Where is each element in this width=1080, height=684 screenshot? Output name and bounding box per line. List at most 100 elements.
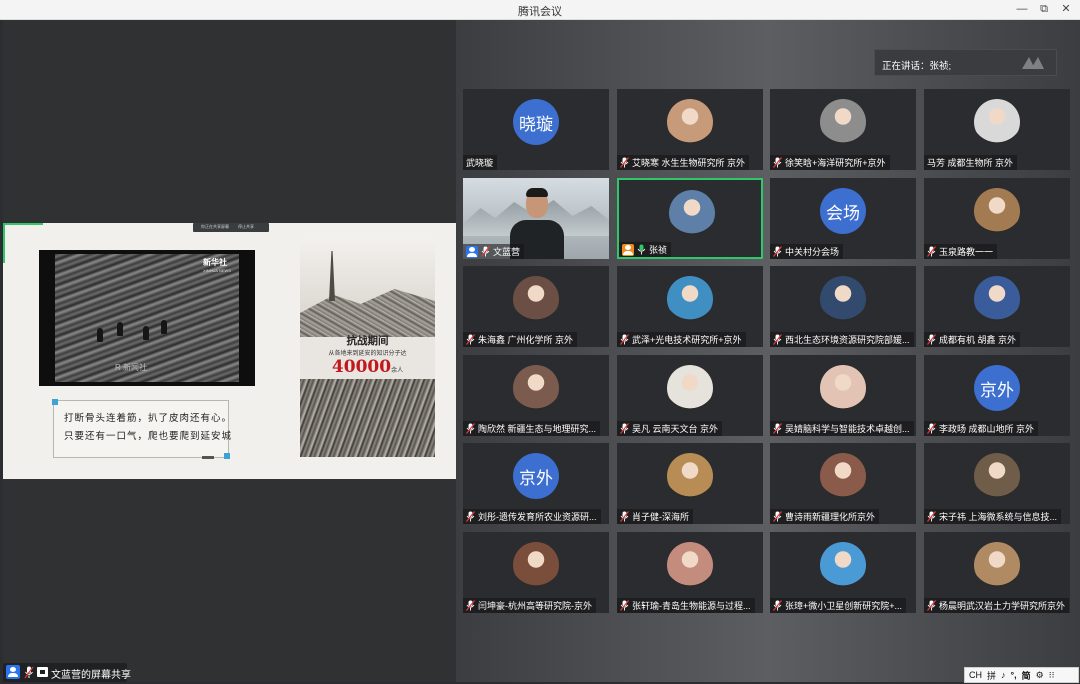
participant-name: 张祯 [649,245,668,255]
participant-tile[interactable]: 文蓝营 [463,178,609,259]
share-toolbar[interactable]: 你正在共享屏幕 停止共享 [193,223,269,232]
participant-tile[interactable]: 朱海鑫 广州化学所 京外 [463,266,609,347]
mic-icon [466,423,475,434]
avatar [820,453,866,499]
participant-name-bar: 武晓璇 [463,155,498,170]
participant-tile[interactable]: 艾晓寒 水生生物研究所 京外 [617,89,763,170]
mic-icon [927,600,936,611]
participant-tile[interactable]: 杨晨明武汉岩土力学研究所京外 [924,532,1070,613]
participant-name-bar: 吴婧脑科学与智能技术卓越创... [770,421,914,436]
participant-tile[interactable]: 张祯 [617,178,763,259]
participant-name-bar: 马芳 成都生物所 京外 [924,155,1018,170]
avatar [513,276,559,322]
participant-name: 曹诗雨新疆理化所京外 [785,512,876,522]
mic-icon [481,246,490,257]
participant-name: 宋子祎 上海微系统与信息技... [939,512,1058,522]
participant-tile[interactable]: 闫坤豪-杭州高等研究院-京外 [463,532,609,613]
tencent-meeting-watermark-icon [1022,57,1044,69]
poster-number: 40000余人 [331,357,404,377]
avatar [667,542,713,588]
participant-tile[interactable]: 成都有机 胡鑫 京外 [924,266,1070,347]
participant-tile[interactable]: 马芳 成都生物所 京外 [924,89,1070,170]
mic-icon [466,334,475,345]
textbox-handle[interactable] [202,456,214,459]
participant-name-bar: 徐笑晗+海洋研究所+京外 [770,155,890,170]
participant-tile[interactable]: 张轩瑜-青岛生物能源与过程... [617,532,763,613]
participant-tile[interactable]: 宋子祎 上海微系统与信息技... [924,443,1070,524]
avatar-text: 京外 [980,380,1014,400]
input-lang-indicator[interactable]: CH [969,670,982,680]
participant-tile[interactable]: 武泽+光电技术研究所+京外 [617,266,763,347]
participant-tile[interactable]: 肖子健-深海所 [617,443,763,524]
participant-tile[interactable]: 吴婧脑科学与智能技术卓越创... [770,355,916,436]
mic-icon [466,511,475,522]
participant-tile[interactable]: 曹诗雨新疆理化所京外 [770,443,916,524]
participant-tile[interactable]: 西北生态环境资源研究院部媛... [770,266,916,347]
participant-tile[interactable]: 京外刘彤-遗传发育所农业资源研... [463,443,609,524]
ime-punct-icon[interactable]: °, [1011,670,1017,680]
ime-mode-indicator[interactable]: 拼 [987,669,996,682]
participant-name-bar: 刘彤-遗传发育所农业资源研... [463,509,601,524]
participant-name: 刘彤-遗传发育所农业资源研... [478,512,597,522]
participant-name-bar: 吴凡 云南天文台 京外 [617,421,723,436]
share-toolbar-status: 你正在共享屏幕 [201,224,229,229]
selection-handle[interactable] [224,453,230,459]
avatar-text: 京外 [519,468,553,488]
user-icon [6,665,20,679]
system-tray: CH 拼 ♪ °, 简 ⚙ ⁝⁝ [964,667,1079,683]
participant-name-bar: 西北生态环境资源研究院部媛... [770,332,914,347]
participant-name: 武泽+光电技术研究所+京外 [632,335,742,345]
participant-name-bar: 李政旸 成都山地所 京外 [924,421,1039,436]
speaker-user-icon [622,243,634,256]
participant-name-bar: 曹诗雨新疆理化所京外 [770,509,880,524]
meeting-window: 腾讯会议 — ⧉ ✕ 你正在共享屏幕 停止共享 新华社 XINHUA NEWS [0,0,1080,684]
participant-tile[interactable]: 陶欣然 新疆生态与地理研究... [463,355,609,436]
mic-icon [466,600,475,611]
avatar [513,542,559,588]
ime-moon-icon[interactable]: ♪ [1001,670,1006,680]
mic-icon [927,334,936,345]
participant-name: 李政旸 成都山地所 京外 [939,424,1035,434]
restore-button[interactable]: ⧉ [1036,2,1052,17]
selection-handle[interactable] [52,399,58,405]
mic-icon [927,246,936,257]
participant-tile[interactable]: 徐笑晗+海洋研究所+京外 [770,89,916,170]
poem-textbox[interactable]: 打断骨头连着筋，扒了皮肉还有心。 只要还有一口气，爬也要爬到延安城 [52,399,233,459]
participant-tile[interactable]: 吴凡 云南天文台 京外 [617,355,763,436]
participant-name: 张轩瑜-青岛生物能源与过程... [632,601,751,611]
mic-icon [773,157,782,168]
close-button[interactable]: ✕ [1058,2,1074,17]
participant-tile[interactable]: 晓璇 武晓璇 [463,89,609,170]
participant-name-bar: 闫坤豪-杭州高等研究院-京外 [463,598,596,613]
poster-image: 抗战期间 从各地来到延安的知识分子达 40000余人 [300,237,435,457]
avatar [513,365,559,411]
title-bar: 腾讯会议 — ⧉ ✕ [0,0,1080,20]
poem-line: 打断骨头连着筋，扒了皮肉还有心。 [64,413,233,424]
minimize-button[interactable]: — [1014,2,1030,17]
stop-share-button[interactable]: 停止共享 [238,224,254,230]
window-title: 腾讯会议 [518,6,562,18]
video-caption: R 新闻社 [115,363,147,372]
participant-tile[interactable]: 会场 中关村分会场 [770,178,916,259]
xinhua-logo: 新华社 XINHUA NEWS [202,258,231,274]
avatar: 晓璇 [513,99,559,145]
participant-name: 徐笑晗+海洋研究所+京外 [785,158,886,168]
avatar [974,453,1020,499]
participant-tile[interactable]: 张璋+微小卫星创新研究院+... [770,532,916,613]
mic-icon [927,423,936,434]
poster-subtitle: 从各地来到延安的知识分子达 [328,350,407,357]
avatar [820,276,866,322]
participant-name-bar: 宋子祎 上海微系统与信息技... [924,509,1062,524]
screen-share-label[interactable]: 文蓝营的屏幕共享 [3,663,131,682]
ime-settings-icon[interactable]: ⚙ [1036,670,1044,681]
participant-name-bar: 肖子健-深海所 [617,509,693,524]
mic-icon [773,511,782,522]
participant-tile[interactable]: 玉泉路教一一 [924,178,1070,259]
ime-menu-icon[interactable]: ⁝⁝ [1049,670,1055,681]
avatar: 京外 [513,453,559,499]
participant-name-bar: 文蓝营 [463,244,525,259]
screen-share-name: 文蓝营的屏幕共享 [51,670,131,681]
ime-simplified-indicator[interactable]: 简 [1022,669,1031,682]
avatar [667,276,713,322]
participant-tile[interactable]: 京外李政旸 成都山地所 京外 [924,355,1070,436]
